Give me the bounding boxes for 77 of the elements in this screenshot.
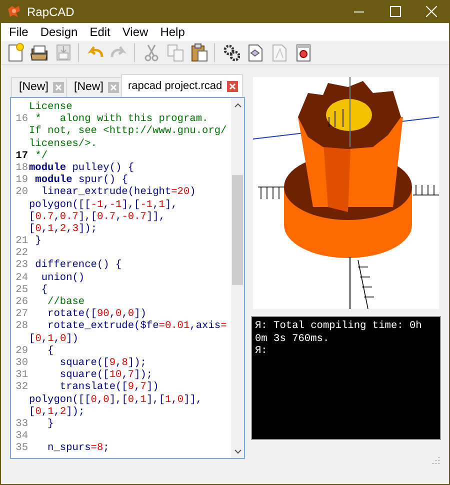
- toolbar-button[interactable]: [189, 43, 208, 62]
- code-line: linear_extrude(height=20): [40, 186, 196, 198]
- line-number: 33: [14, 418, 29, 430]
- line-number: 31: [14, 369, 29, 382]
- menu-item[interactable]: Edit: [84, 23, 116, 41]
- code-line: */: [34, 150, 48, 162]
- new-file-icon: [6, 43, 24, 62]
- console-output: Я: Total compiling time: 0h 0m 3s 760ms. Я:: [251, 316, 441, 440]
- code-line: If not, see <http://www.gnu.org/: [29, 125, 227, 138]
- menu-item[interactable]: Help: [154, 23, 191, 41]
- editor-tab[interactable]: [New]: [11, 77, 67, 97]
- copy-icon: [166, 43, 184, 62]
- code-line: module spur() {: [34, 174, 128, 186]
- print-document-icon: [294, 43, 312, 62]
- resize-grip-icon[interactable]: [432, 456, 440, 464]
- scroll-up-icon[interactable]: [234, 102, 242, 108]
- code-line: //base: [46, 296, 85, 308]
- code-line: {: [40, 284, 48, 296]
- toolbar-button[interactable]: [29, 43, 48, 62]
- code-line: * along with this program.: [34, 113, 208, 126]
- code-line: square([9,8]);: [58, 356, 146, 370]
- code-line: License: [29, 101, 72, 114]
- render-document-icon: [246, 43, 264, 62]
- code-line: difference() {: [34, 259, 122, 272]
- code-line: polygon([[0,0],[0,1],[1,0]],: [29, 394, 202, 406]
- code-line: licenses/>.: [29, 138, 97, 150]
- editor-tab[interactable]: rapcad project.rcad: [121, 74, 244, 97]
- code-line: [0,1,0]): [29, 332, 78, 345]
- scroll-down-icon[interactable]: [234, 448, 242, 454]
- code-line: translate([9,7]): [58, 381, 159, 394]
- export-document-icon: [270, 43, 288, 62]
- line-number: 16: [14, 113, 29, 126]
- line-number: 25: [14, 284, 29, 296]
- scroll-thumb[interactable]: [232, 175, 243, 285]
- code-line: {: [46, 344, 54, 357]
- window-title: RapCAD: [27, 4, 74, 20]
- line-number: 32: [14, 381, 29, 394]
- code-line: rotate([90,0,0]): [46, 308, 146, 320]
- line-number: 35: [14, 442, 29, 454]
- menu-item[interactable]: View: [116, 23, 154, 41]
- line-number: 26: [14, 296, 29, 308]
- line-number: 34: [14, 430, 29, 442]
- code-line: }: [46, 418, 54, 430]
- line-number: 22: [14, 247, 29, 260]
- code-line: module pulley() {: [29, 162, 134, 174]
- line-number: 27: [14, 308, 29, 320]
- code-line: rotate_extrude($fe=0.01,axis=: [46, 320, 227, 333]
- line-number: 29: [14, 344, 29, 357]
- menu-item[interactable]: Design: [34, 23, 84, 41]
- line-number: 21: [14, 235, 29, 248]
- menu-item[interactable]: File: [3, 23, 34, 41]
- line-number: 18: [14, 162, 29, 174]
- save-icon: [54, 43, 72, 62]
- gears-icon: [222, 43, 240, 62]
- line-number: 28: [14, 320, 29, 333]
- code-line: union(): [40, 272, 85, 284]
- close-tab-icon[interactable]: [227, 80, 238, 92]
- code-line: square([10,7]);: [58, 369, 153, 382]
- maximize-icon: [390, 6, 400, 17]
- line-number: 17: [14, 150, 29, 162]
- line-number: 19: [14, 174, 29, 186]
- line-number: 30: [14, 356, 29, 370]
- code-line: }: [34, 235, 42, 248]
- code-line: [0.7,0.7],[0.7,-0.7]],: [29, 210, 166, 223]
- code-line: [0,1,2]);: [29, 406, 85, 418]
- code-line: polygon([[-1,-1],[-1,1],: [29, 198, 178, 211]
- toolbar-button[interactable]: [221, 43, 240, 62]
- close-icon: [426, 6, 436, 17]
- scrollbar[interactable]: [231, 98, 244, 458]
- code-line: [0,1,2,3]);: [29, 222, 98, 236]
- line-number: 24: [14, 272, 29, 284]
- code-line: n_spurs=8;: [46, 442, 110, 454]
- line-number: 20: [14, 186, 29, 198]
- app-logo-icon: [7, 5, 21, 18]
- code-editor[interactable]: [10, 97, 245, 459]
- line-number: 23: [14, 259, 29, 272]
- open-folder-icon: [30, 43, 48, 62]
